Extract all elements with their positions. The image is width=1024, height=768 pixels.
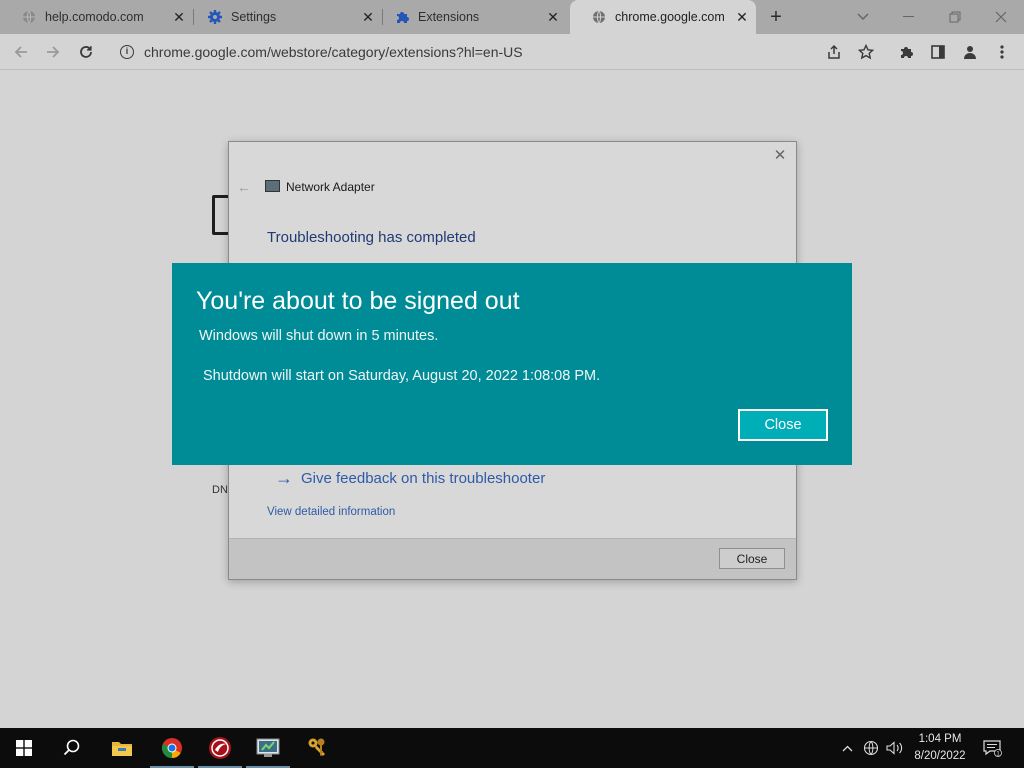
banner-message: Windows will shut down in 5 minutes. [199,328,439,344]
chrome-icon[interactable] [148,728,196,768]
tab-close-icon[interactable]: ✕ [171,9,187,25]
keys-icon[interactable] [294,728,342,768]
back-arrow-icon[interactable]: ← [237,179,251,195]
tab-search-icon[interactable] [840,0,886,34]
forward-icon[interactable] [42,41,64,63]
globe-icon [22,10,36,24]
network-globe-icon[interactable] [860,728,882,768]
reload-icon[interactable] [75,41,97,63]
dialog-close-icon[interactable]: ✕ [772,148,788,164]
tab-title: Settings [231,10,277,24]
puzzle-icon [395,10,409,24]
tab-close-icon[interactable]: ✕ [545,9,561,25]
tab-strip: help.comodo.com ✕ Settings ✕ Extensions … [0,0,1024,34]
minimize-icon[interactable] [886,0,932,34]
taskbar: 1:04 PM 8/20/2022 1 [0,728,1024,768]
gear-icon [208,10,222,24]
window-close-icon[interactable] [978,0,1024,34]
share-icon[interactable] [824,42,844,62]
view-details-link[interactable]: View detailed information [267,506,395,518]
troubleshooter-close-button[interactable]: Close [719,548,785,569]
site-info-icon[interactable]: i [120,45,134,59]
tab-title: Extensions [418,10,480,24]
signout-banner: You're about to be signed out Windows wi… [172,263,852,465]
comodo-icon[interactable] [196,728,244,768]
address-text: chrome.google.com/webstore/category/exte… [144,44,523,60]
back-icon[interactable] [10,41,32,63]
troubleshooter-heading: Troubleshooting has completed [267,229,476,246]
browser-toolbar: i chrome.google.com/webstore/category/ex… [0,34,1024,70]
side-panel-icon[interactable] [928,42,948,62]
tab-close-icon[interactable]: ✕ [734,9,750,25]
banner-shutdown-time: Shutdown will start on Saturday, August … [203,368,601,384]
profile-icon[interactable] [960,42,980,62]
network-adapter-icon [265,180,280,192]
clock-time: 1:04 PM [918,733,962,745]
tab-chrome-webstore[interactable]: chrome.google.com ✕ [570,0,756,34]
network-troubleshooter-icon[interactable] [244,728,292,768]
windows-start-icon[interactable] [0,728,48,768]
system-clock[interactable]: 1:04 PM 8/20/2022 [900,731,980,765]
banner-title: You're about to be signed out [196,287,520,315]
clock-date: 8/20/2022 [914,750,966,762]
tab-title: help.comodo.com [45,10,144,24]
tab-extensions[interactable]: Extensions ✕ [373,0,567,34]
tab-title: chrome.google.com [615,10,725,24]
feedback-link[interactable]: → Give feedback on this troubleshooter [275,468,545,489]
address-bar[interactable]: i chrome.google.com/webstore/category/ex… [112,40,872,64]
restore-icon[interactable] [932,0,978,34]
troubleshooter-title: Network Adapter [286,180,375,194]
feedback-link-text: Give feedback on this troubleshooter [301,470,546,487]
banner-close-button[interactable]: Close [738,409,828,441]
arrow-right-icon: → [275,468,293,488]
bookmark-star-icon[interactable] [856,42,876,62]
menu-kebab-icon[interactable] [992,42,1012,62]
dialog-footer: Close [229,538,796,579]
file-explorer-icon[interactable] [98,728,146,768]
tab-settings[interactable]: Settings ✕ [186,0,382,34]
new-tab-button[interactable]: + [766,7,786,27]
chevron-up-icon[interactable] [838,728,856,768]
tab-help-comodo[interactable]: help.comodo.com ✕ [0,0,193,34]
page-text-fragment: DN [212,484,228,496]
extensions-icon[interactable] [896,42,916,62]
globe-icon [592,10,606,24]
notifications-icon[interactable]: 1 [980,728,1004,768]
search-icon[interactable] [48,728,96,768]
